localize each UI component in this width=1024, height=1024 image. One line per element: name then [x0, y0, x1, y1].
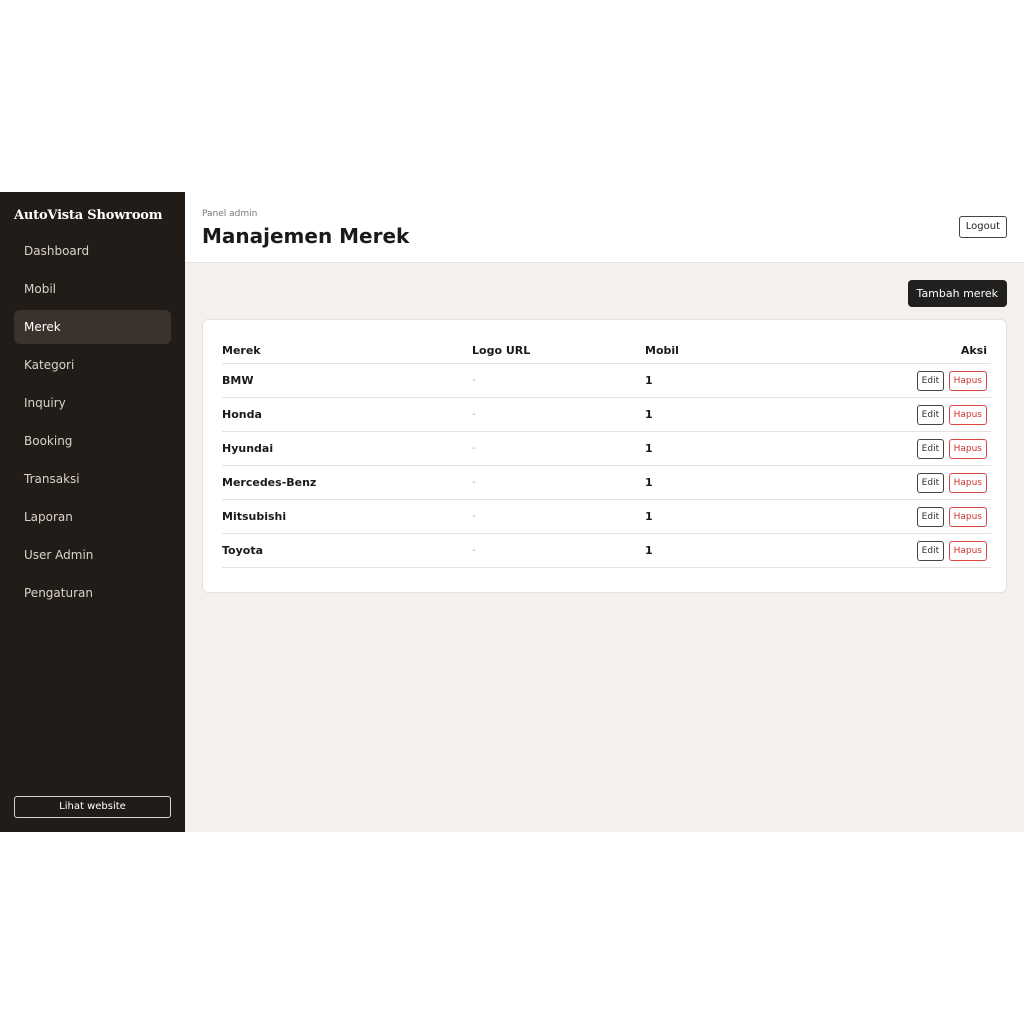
sidebar-nav: Dashboard Mobil Merek Kategori Inquiry B…	[14, 234, 171, 614]
brand-name: Mercedes-Benz	[222, 465, 472, 500]
admin-app: AutoVista Showroom Dashboard Mobil Merek…	[0, 192, 1024, 832]
page-header: Panel admin Manajemen Merek Logout	[185, 192, 1024, 263]
column-header-mobil: Mobil	[645, 337, 795, 364]
column-header-logo-url: Logo URL	[472, 337, 645, 364]
delete-button[interactable]: Hapus	[948, 472, 987, 493]
brand-logo-url: -	[472, 431, 645, 466]
edit-button[interactable]: Edit	[916, 438, 945, 459]
brand-car-count: 1	[645, 465, 795, 500]
brands-table-card: Merek Logo URL Mobil Aksi BMW - 1 Edit H…	[202, 319, 1007, 593]
table-row: Mercedes-Benz - 1 Edit Hapus	[222, 465, 991, 500]
add-brand-button[interactable]: Tambah merek	[907, 280, 1007, 307]
brand-car-count: 1	[645, 499, 795, 534]
table-row: Toyota - 1 Edit Hapus	[222, 533, 991, 568]
brand-logo-url: -	[472, 363, 645, 398]
row-actions: Edit Hapus	[795, 431, 991, 466]
brand-car-count: 1	[645, 397, 795, 432]
edit-button[interactable]: Edit	[916, 540, 945, 561]
table-header-row: Merek Logo URL Mobil Aksi	[222, 337, 991, 364]
brand-car-count: 1	[645, 363, 795, 398]
column-header-merek: Merek	[222, 337, 472, 364]
logout-button[interactable]: Logout	[958, 216, 1007, 238]
brand-name: Hyundai	[222, 431, 472, 466]
sidebar-item-laporan[interactable]: Laporan	[14, 500, 171, 534]
row-actions: Edit Hapus	[795, 499, 991, 534]
delete-button[interactable]: Hapus	[948, 404, 987, 425]
brand-logo[interactable]: AutoVista Showroom	[14, 208, 163, 223]
row-actions: Edit Hapus	[795, 363, 991, 398]
row-actions: Edit Hapus	[795, 397, 991, 432]
row-actions: Edit Hapus	[795, 533, 991, 568]
sidebar-item-transaksi[interactable]: Transaksi	[14, 462, 171, 496]
edit-button[interactable]: Edit	[916, 472, 945, 493]
brand-logo-url: -	[472, 499, 645, 534]
sidebar-item-mobil[interactable]: Mobil	[14, 272, 171, 306]
brands-table: Merek Logo URL Mobil Aksi BMW - 1 Edit H…	[222, 337, 991, 568]
brand-name: Mitsubishi	[222, 499, 472, 534]
brand-car-count: 1	[645, 431, 795, 466]
brand-car-count: 1	[645, 533, 795, 568]
edit-button[interactable]: Edit	[916, 506, 945, 527]
sidebar-item-merek[interactable]: Merek	[14, 310, 171, 344]
main-content: Panel admin Manajemen Merek Logout Tamba…	[185, 192, 1024, 832]
page-title: Manajemen Merek	[202, 224, 410, 248]
breadcrumb: Panel admin	[202, 209, 258, 219]
delete-button[interactable]: Hapus	[948, 370, 987, 391]
edit-button[interactable]: Edit	[916, 370, 945, 391]
view-website-button[interactable]: Lihat website	[14, 796, 171, 818]
table-row: Hyundai - 1 Edit Hapus	[222, 431, 991, 466]
delete-button[interactable]: Hapus	[948, 438, 987, 459]
sidebar-item-pengaturan[interactable]: Pengaturan	[14, 576, 171, 610]
brand-logo-url: -	[472, 465, 645, 500]
table-row: BMW - 1 Edit Hapus	[222, 363, 991, 398]
sidebar-item-booking[interactable]: Booking	[14, 424, 171, 458]
sidebar-item-kategori[interactable]: Kategori	[14, 348, 171, 382]
edit-button[interactable]: Edit	[916, 404, 945, 425]
brand-name: Toyota	[222, 533, 472, 568]
sidebar-item-user-admin[interactable]: User Admin	[14, 538, 171, 572]
brand-logo-url: -	[472, 397, 645, 432]
table-row: Mitsubishi - 1 Edit Hapus	[222, 499, 991, 534]
delete-button[interactable]: Hapus	[948, 506, 987, 527]
delete-button[interactable]: Hapus	[948, 540, 987, 561]
row-actions: Edit Hapus	[795, 465, 991, 500]
sidebar-item-inquiry[interactable]: Inquiry	[14, 386, 171, 420]
sidebar: AutoVista Showroom Dashboard Mobil Merek…	[0, 192, 185, 832]
table-row: Honda - 1 Edit Hapus	[222, 397, 991, 432]
brand-name: BMW	[222, 363, 472, 398]
brand-name: Honda	[222, 397, 472, 432]
column-header-aksi: Aksi	[795, 337, 991, 364]
sidebar-item-dashboard[interactable]: Dashboard	[14, 234, 171, 268]
brand-logo-url: -	[472, 533, 645, 568]
